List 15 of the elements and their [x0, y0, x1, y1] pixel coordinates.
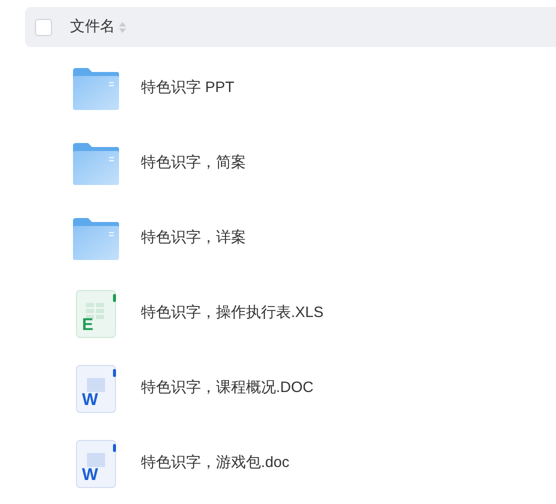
document-file-icon: W [76, 364, 116, 412]
file-name[interactable]: 特色识字，详案 [141, 227, 246, 250]
spreadsheet-file-icon: E [76, 290, 116, 338]
document-file-icon: W [76, 440, 116, 488]
file-name[interactable]: 特色识字，操作执行表.XLS [141, 302, 324, 325]
folder-icon [73, 68, 119, 110]
folder-icon [73, 142, 119, 184]
file-name[interactable]: 特色识字，游戏包.doc [141, 452, 290, 475]
file-name[interactable]: 特色识字，简案 [141, 152, 246, 175]
file-name[interactable]: 特色识字 PPT [141, 77, 234, 100]
sort-icon[interactable] [119, 22, 126, 32]
select-all-checkbox[interactable] [35, 18, 52, 36]
column-header[interactable]: 文件名 [70, 16, 115, 38]
file-name[interactable]: 特色识字，课程概况.DOC [141, 377, 314, 400]
folder-icon [73, 218, 119, 260]
